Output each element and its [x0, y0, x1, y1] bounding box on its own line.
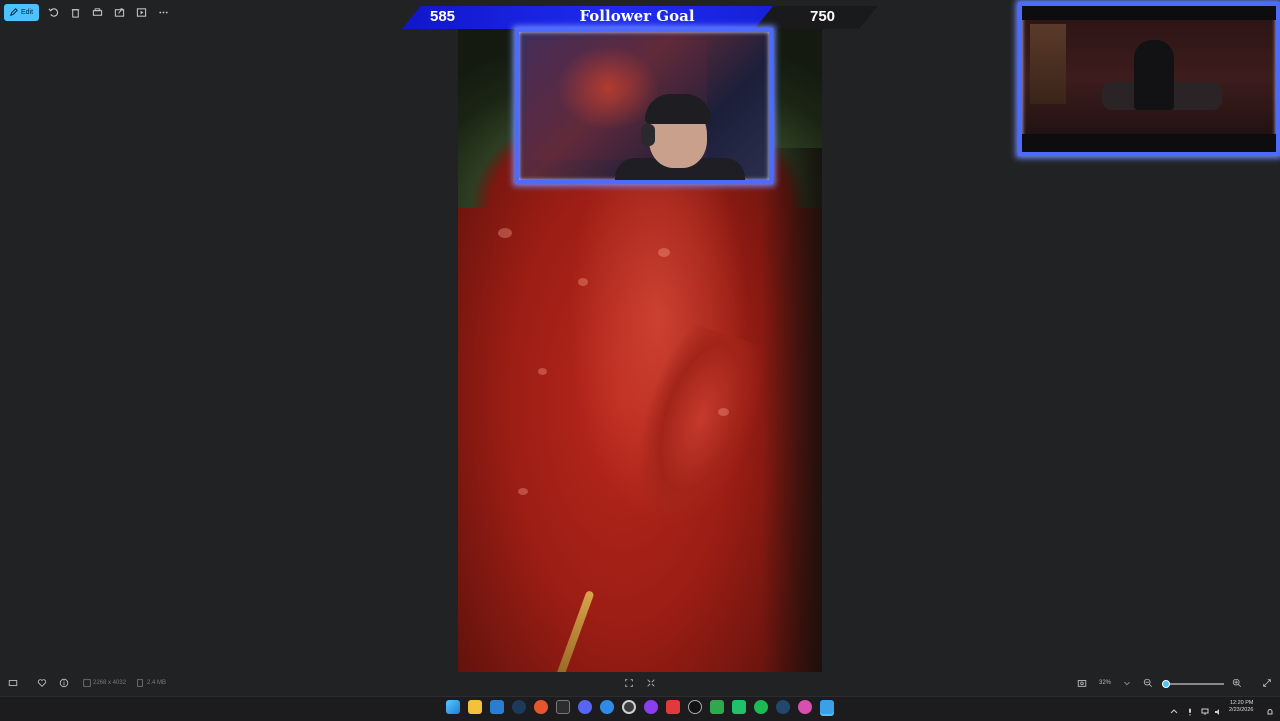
app-green-icon[interactable]	[710, 700, 724, 714]
edit-label: Edit	[21, 8, 34, 16]
pot-edge	[762, 148, 822, 672]
filmstrip-icon[interactable]	[6, 676, 20, 690]
more-icon[interactable]	[155, 4, 171, 20]
zoom-level[interactable]: 32%	[1099, 680, 1111, 686]
clock-time: 12:20 PM	[1229, 700, 1254, 706]
system-clock[interactable]: 12:20 PM 2/23/2026	[1229, 700, 1253, 714]
webcam-overlay	[515, 28, 773, 184]
bookshelf	[1030, 24, 1066, 104]
fullscreen-icon[interactable]	[1260, 676, 1274, 690]
app-red-icon[interactable]	[666, 700, 680, 714]
goal-current-count: 585	[430, 8, 456, 25]
headphones-icon	[641, 124, 655, 146]
file-explorer-icon[interactable]	[468, 700, 482, 714]
spoon-handle	[549, 589, 595, 672]
slideshow-icon[interactable]	[133, 4, 149, 20]
app-green2-icon[interactable]	[732, 700, 746, 714]
goal-title: Follower Goal	[579, 7, 695, 25]
drummer	[1134, 40, 1174, 110]
edit-icon	[10, 8, 18, 16]
network-icon[interactable]	[1201, 703, 1209, 715]
image-dimensions: 2268 x 4032	[93, 680, 127, 686]
streamer-beanie	[645, 94, 711, 124]
zoom-slider-thumb[interactable]	[1162, 680, 1170, 688]
sauce-highlight	[658, 248, 670, 257]
zoom-out-icon[interactable]	[1141, 676, 1155, 690]
steam-icon[interactable]	[512, 700, 526, 714]
zoom-in-icon[interactable]	[1230, 676, 1244, 690]
app-blue-icon[interactable]	[600, 700, 614, 714]
letterbox-bottom	[1022, 134, 1276, 152]
dimensions-icon	[80, 676, 94, 690]
screenshot-icon[interactable]	[1075, 676, 1089, 690]
app-purple-icon[interactable]	[644, 700, 658, 714]
delete-icon[interactable]	[67, 4, 83, 20]
app-dark-icon[interactable]	[688, 700, 702, 714]
fit-to-window-icon[interactable]	[622, 676, 636, 690]
notifications-icon[interactable]	[1266, 703, 1274, 715]
discord-icon[interactable]	[578, 700, 592, 714]
edit-button[interactable]: Edit	[4, 3, 40, 21]
actual-size-icon[interactable]	[644, 676, 658, 690]
sauce-highlight	[518, 488, 528, 495]
photo-toolbar: Edit	[4, 3, 171, 21]
sauce-highlight	[538, 368, 547, 375]
steam2-icon[interactable]	[776, 700, 790, 714]
wooden-spoon	[581, 316, 785, 630]
info-icon[interactable]	[57, 676, 71, 690]
drum-camera-overlay	[1018, 2, 1280, 156]
start-windows-icon[interactable]	[446, 700, 460, 714]
file-size-icon	[133, 676, 147, 690]
volume-icon[interactable]	[1214, 703, 1222, 715]
sauce-highlight	[578, 278, 588, 286]
spotify-icon[interactable]	[754, 700, 768, 714]
share-icon[interactable]	[111, 4, 127, 20]
store-icon[interactable]	[490, 700, 504, 714]
sauce-highlight	[498, 228, 512, 238]
sauce-highlight	[718, 408, 729, 416]
tray-chevron-icon[interactable]	[1170, 703, 1178, 714]
goal-target-count: 750	[810, 8, 836, 25]
zoom-slider-track[interactable]	[1162, 683, 1224, 685]
photos-icon[interactable]	[820, 700, 834, 714]
obs-icon[interactable]	[622, 700, 636, 714]
letterbox-top	[1022, 6, 1276, 20]
follower-goal-bar: 585 Follower Goal 750	[402, 6, 880, 30]
print-icon[interactable]	[89, 4, 105, 20]
file-size: 2.4 MB	[147, 680, 167, 686]
zoom-dropdown-chevron-icon[interactable]	[1120, 676, 1134, 690]
terminal-icon[interactable]	[556, 700, 570, 714]
taskbar	[0, 696, 1280, 721]
rotate-icon[interactable]	[45, 4, 61, 20]
clock-date: 2/23/2026	[1229, 707, 1254, 713]
favorite-heart-icon[interactable]	[35, 676, 49, 690]
app-pink-icon[interactable]	[798, 700, 812, 714]
browser-icon[interactable]	[534, 700, 548, 714]
microphone-icon[interactable]	[1186, 703, 1194, 716]
